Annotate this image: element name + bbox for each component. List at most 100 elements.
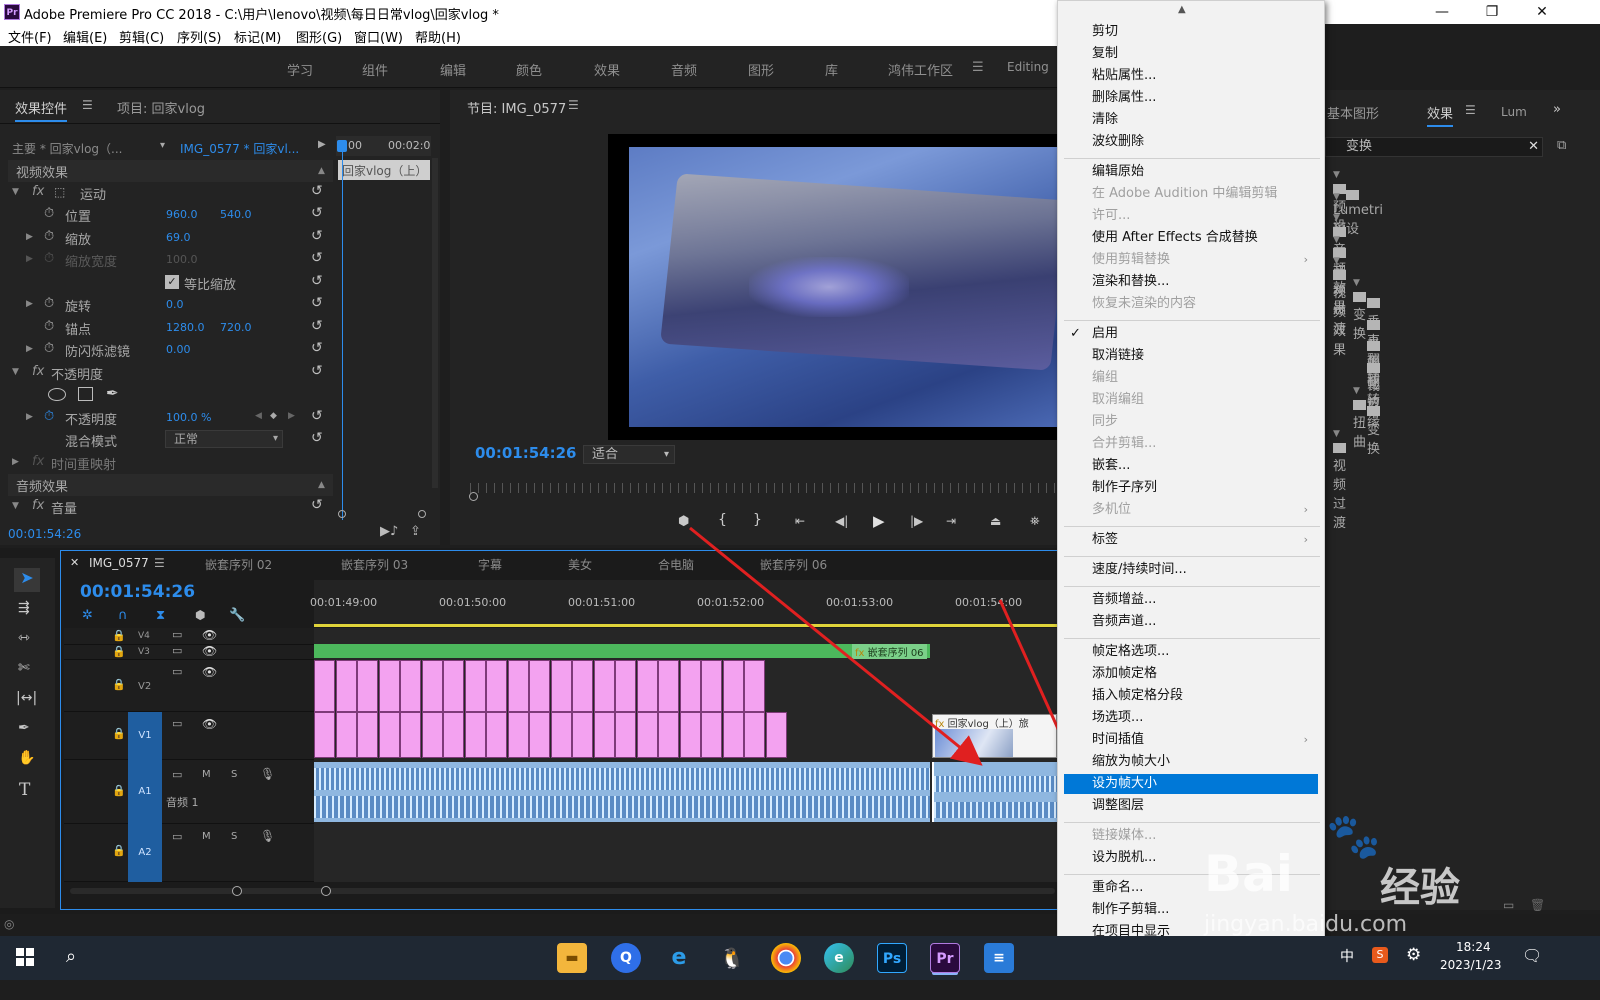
context-menu-item[interactable]: 调整图层	[1092, 796, 1318, 816]
menu-separator	[1064, 320, 1320, 321]
submenu-arrow-icon: ›	[1303, 733, 1308, 746]
start-tile	[16, 958, 24, 966]
context-menu-label: 时间插值	[1092, 732, 1145, 747]
menu-separator	[1064, 822, 1320, 823]
context-menu-item[interactable]: 制作子序列	[1092, 478, 1318, 498]
context-menu-item[interactable]: 帧定格选项...	[1092, 642, 1318, 662]
context-menu-item: 取消编组	[1092, 390, 1318, 410]
checkmark-icon: ✓	[1070, 326, 1081, 341]
edge-icon[interactable]: e	[824, 943, 854, 973]
context-menu-label: 在 Adobe Audition 中编辑剪辑	[1092, 186, 1278, 201]
context-menu-item: 许可...	[1092, 206, 1318, 226]
context-menu-label: 音频声道...	[1092, 614, 1157, 629]
context-menu-item[interactable]: 渲染和替换...	[1092, 272, 1318, 292]
context-menu-label: 插入帧定格分段	[1092, 688, 1184, 703]
qq-browser-icon[interactable]: Q	[611, 943, 641, 973]
context-menu-item: 编组	[1092, 368, 1318, 388]
context-menu-item: 链接媒体...	[1092, 826, 1318, 846]
context-menu-label: 调整图层	[1092, 798, 1145, 813]
context-menu-item[interactable]: 复制	[1092, 44, 1318, 64]
context-menu-item[interactable]: 速度/持续时间...	[1092, 560, 1318, 580]
notepad-icon[interactable]: ≡	[984, 943, 1014, 973]
context-menu-label: 制作子剪辑...	[1092, 902, 1170, 917]
context-menu-item: 在 Adobe Audition 中编辑剪辑	[1092, 184, 1318, 204]
context-menu-label: 链接媒体...	[1092, 828, 1157, 843]
context-menu-label: 复制	[1092, 46, 1119, 61]
context-menu-label: 取消链接	[1092, 348, 1145, 363]
context-menu-item: 同步	[1092, 412, 1318, 432]
start-tile	[26, 958, 34, 966]
context-menu-label: 清除	[1092, 112, 1119, 127]
context-menu-label: 编辑原始	[1092, 164, 1145, 179]
context-menu-item[interactable]: 添加帧定格	[1092, 664, 1318, 684]
photoshop-icon[interactable]: Ps	[877, 943, 907, 973]
context-menu-item[interactable]: 清除	[1092, 110, 1318, 130]
context-menu-item[interactable]: 编辑原始	[1092, 162, 1318, 182]
context-menu-item[interactable]: 使用 After Effects 合成替换	[1092, 228, 1318, 248]
context-menu-label: 启用	[1092, 326, 1119, 341]
context-menu-item[interactable]: 标签 ›	[1092, 530, 1318, 550]
context-menu-label: 多机位	[1092, 502, 1132, 517]
context-menu-label: 标签	[1092, 532, 1119, 547]
context-menu-item[interactable]: 删除属性...	[1092, 88, 1318, 108]
baidu-watermark-brand2: 经验	[1380, 865, 1460, 911]
context-menu-label: 设为脱机...	[1092, 850, 1157, 865]
context-menu-item[interactable]: 缩放为帧大小	[1092, 752, 1318, 772]
clock-date[interactable]: 2023/1/23	[1440, 958, 1502, 972]
edge-legacy-icon[interactable]: e	[664, 943, 694, 973]
qq-penguin-icon[interactable]: 🐧	[717, 943, 747, 973]
windows-start-icon[interactable]	[16, 948, 34, 966]
context-menu-label: 重命名...	[1092, 880, 1144, 895]
context-menu-item[interactable]: ✓ 启用	[1070, 324, 1318, 344]
context-menu-label: 设为帧大小	[1092, 776, 1158, 791]
context-menu-label: 嵌套...	[1092, 458, 1131, 473]
context-menu-item[interactable]: 嵌套...	[1092, 456, 1318, 476]
context-menu-label: 波纹删除	[1092, 134, 1145, 149]
menu-separator	[1064, 638, 1320, 639]
sogou-ime-icon[interactable]: S	[1372, 947, 1388, 963]
context-menu-item[interactable]: 波纹删除	[1092, 132, 1318, 152]
context-menu-label: 帧定格选项...	[1092, 644, 1170, 659]
start-tile	[26, 948, 34, 956]
submenu-arrow-icon: ›	[1303, 503, 1308, 516]
submenu-arrow-icon: ›	[1303, 253, 1308, 266]
context-menu-label: 速度/持续时间...	[1092, 562, 1187, 577]
context-menu-label: 编组	[1092, 370, 1119, 385]
chrome-icon[interactable]	[771, 943, 801, 973]
context-menu-item[interactable]: 音频声道...	[1092, 612, 1318, 632]
context-menu-item[interactable]: 取消链接	[1092, 346, 1318, 366]
search-icon[interactable]: ⌕	[66, 946, 76, 967]
context-menu-item[interactable]: 插入帧定格分段	[1092, 686, 1318, 706]
context-menu-item[interactable]: 粘贴属性...	[1092, 66, 1318, 86]
clip-context-menu: ▲ 剪切复制粘贴属性... 删除属性... 清除波纹删除编辑原始在 Adobe Au…	[1057, 0, 1325, 964]
ime-indicator[interactable]: 中	[1340, 946, 1354, 966]
file-explorer-icon[interactable]: ▬	[557, 943, 587, 973]
baidu-watermark-brand: Bai	[1204, 845, 1293, 903]
notification-icon[interactable]: 🗨	[1522, 946, 1542, 965]
clock-time[interactable]: 18:24	[1456, 940, 1491, 954]
context-menu-label: 取消编组	[1092, 392, 1145, 407]
context-menu-label: 合并剪辑...	[1092, 436, 1157, 451]
context-menu-item[interactable]: 设为帧大小	[1064, 774, 1318, 794]
context-menu-item[interactable]: 时间插值 ›	[1092, 730, 1318, 750]
menu-separator	[1064, 586, 1320, 587]
menu-separator	[1064, 526, 1320, 527]
context-menu-label: 同步	[1092, 414, 1119, 429]
context-menu-label: 剪切	[1092, 24, 1119, 39]
context-menu-label: 缩放为帧大小	[1092, 754, 1171, 769]
context-menu-item[interactable]: 剪切	[1092, 22, 1318, 42]
context-menu-label: 删除属性...	[1092, 90, 1157, 105]
context-menu-item: 多机位 ›	[1092, 500, 1318, 520]
menu-scroll-up-icon[interactable]: ▲	[1178, 4, 1186, 15]
context-menu-item: 使用剪辑替换 ›	[1092, 250, 1318, 270]
context-menu-label: 添加帧定格	[1092, 666, 1158, 681]
settings-gear-icon[interactable]: ⚙	[1406, 945, 1421, 965]
premiere-taskbar-icon[interactable]: Pr	[930, 943, 960, 973]
baidu-paw-icon: 🐾	[1326, 811, 1381, 862]
context-menu-label: 恢复未渲染的内容	[1092, 296, 1197, 311]
submenu-arrow-icon: ›	[1303, 533, 1308, 546]
context-menu-item[interactable]: 音频增益...	[1092, 590, 1318, 610]
context-menu-item: 恢复未渲染的内容	[1092, 294, 1318, 314]
context-menu-label: 渲染和替换...	[1092, 274, 1170, 289]
context-menu-item[interactable]: 场选项...	[1092, 708, 1318, 728]
